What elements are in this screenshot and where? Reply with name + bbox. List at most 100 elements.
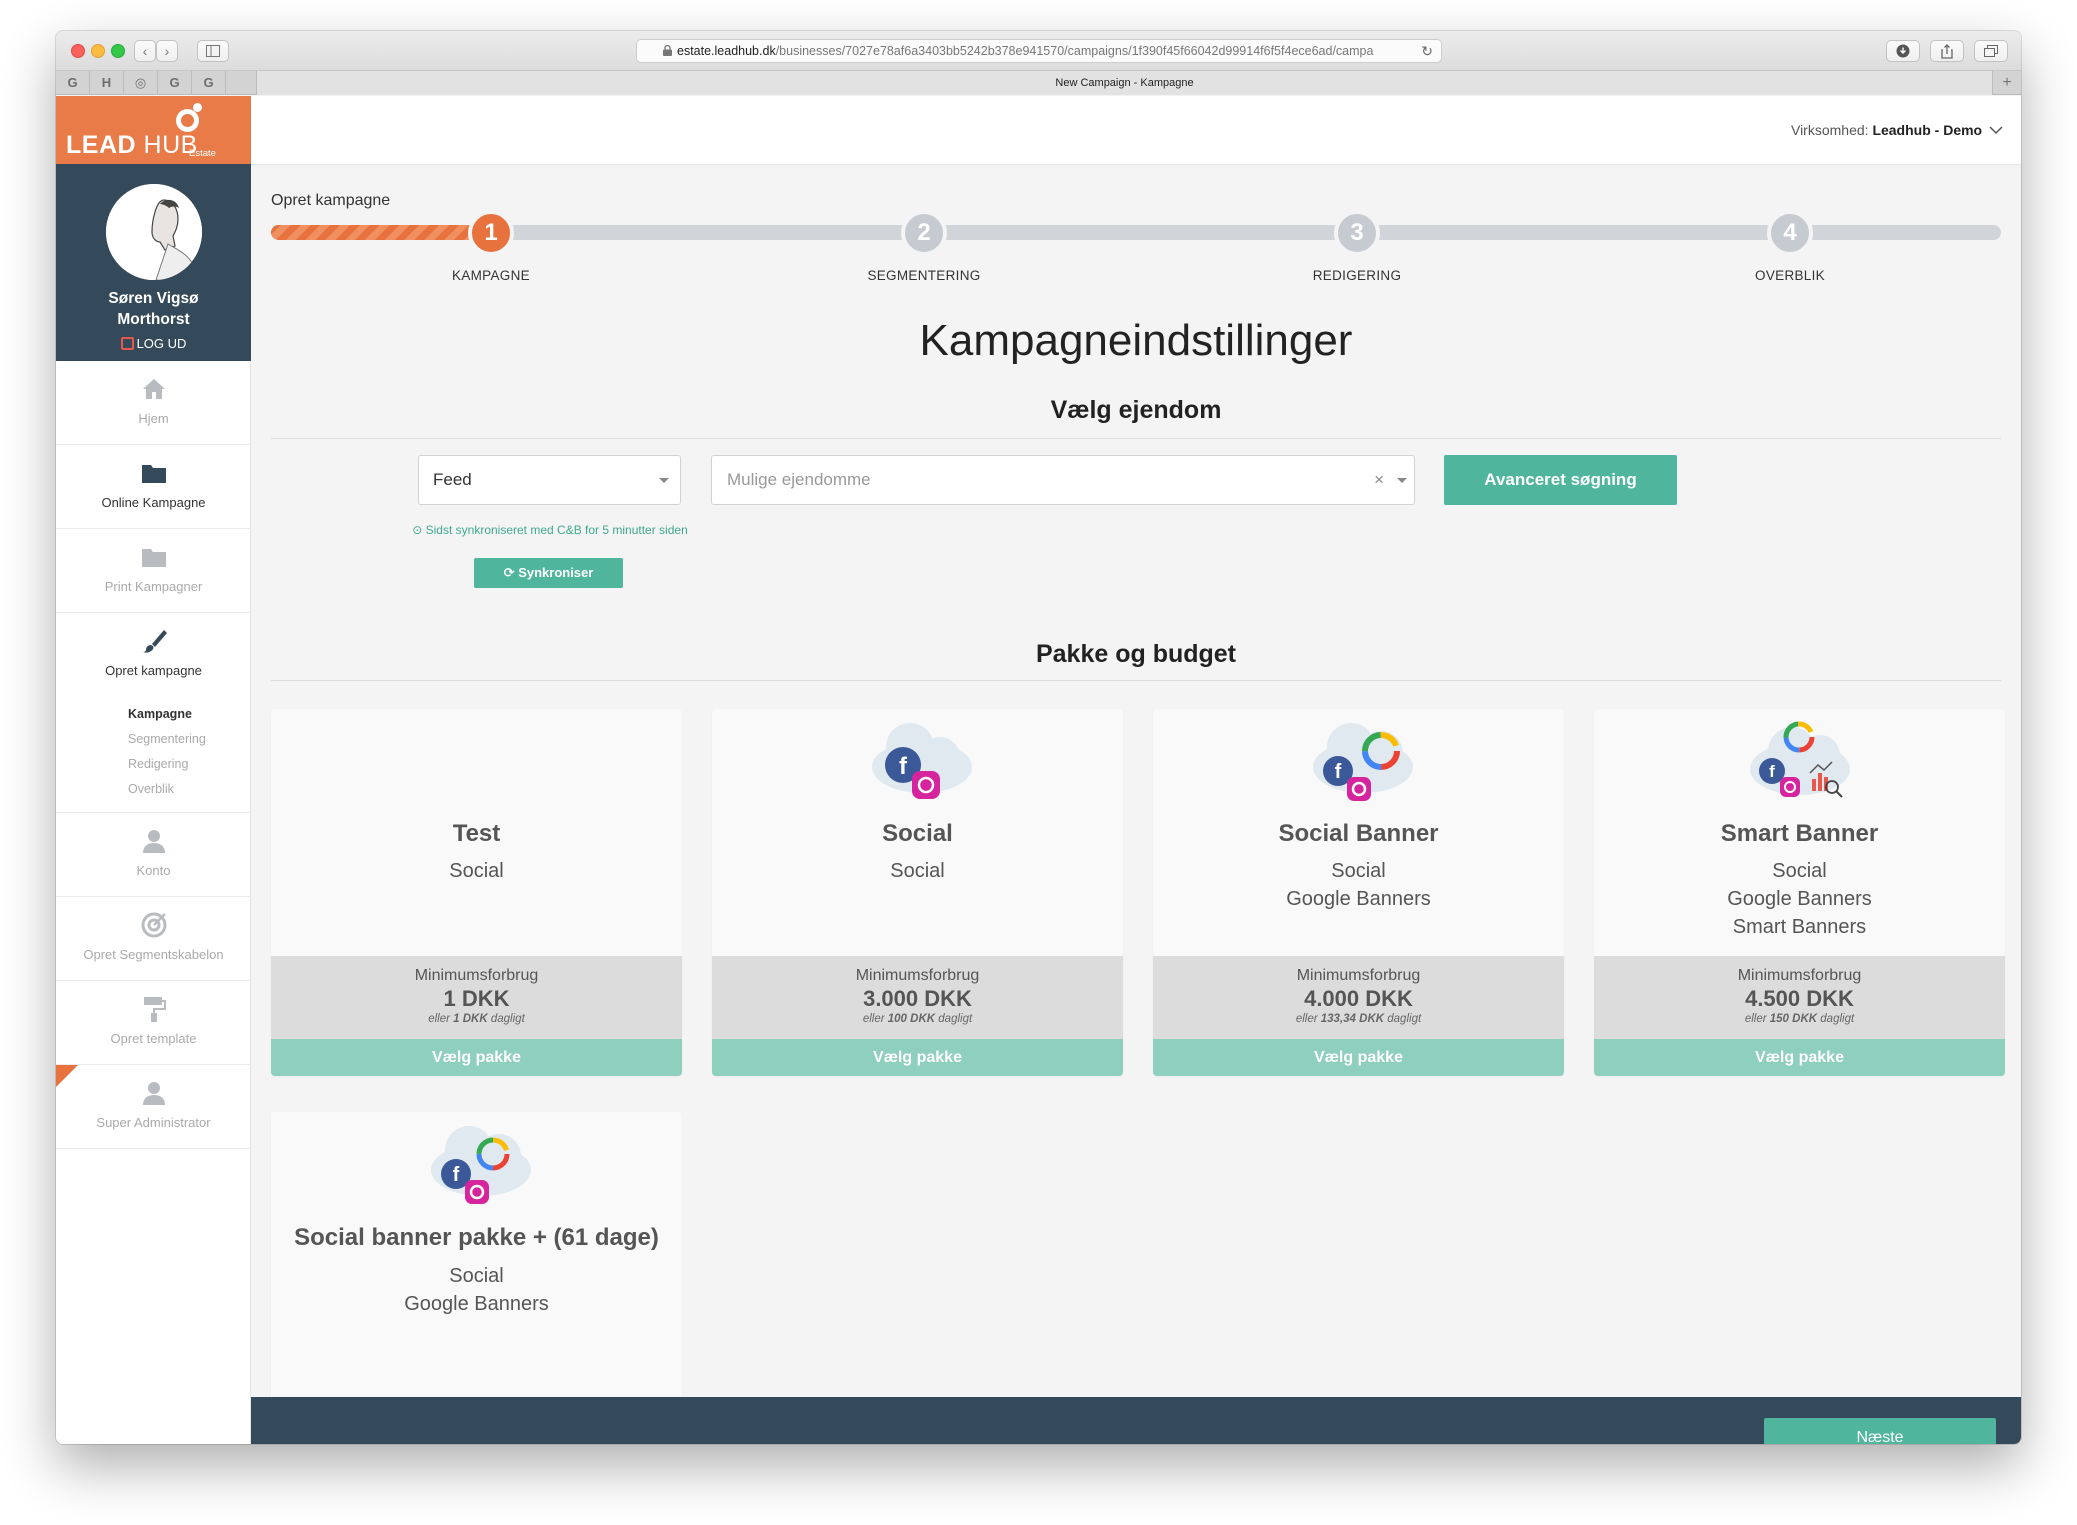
pinned-tab[interactable]: G — [56, 71, 90, 95]
step-1-circle[interactable]: 1 — [468, 210, 514, 256]
package-title: Social — [882, 820, 953, 847]
sidebar-item-home[interactable]: Hjem — [56, 361, 251, 445]
top-header: Virksomhed: Leadhub - Demo — [251, 96, 2021, 164]
package-channel: Smart Banners — [1732, 916, 1867, 938]
user-icon — [143, 830, 165, 853]
logout-link[interactable]: LOG UD — [56, 336, 251, 351]
sidebar-item-create-campaign[interactable]: Opret kampagne Kampagne Segmentering Red… — [56, 613, 251, 813]
caret-down-icon — [659, 478, 669, 483]
lock-icon — [663, 45, 672, 56]
social-google-cloud-icon: f — [1313, 723, 1413, 801]
leadhub-logo[interactable]: LEAD HUB Estate — [56, 96, 251, 164]
pinned-tab[interactable]: ◎ — [124, 71, 158, 95]
pinned-tab[interactable]: H — [90, 71, 124, 95]
paint-roller-icon — [144, 997, 166, 1022]
svg-text:f: f — [453, 1164, 460, 1186]
divider — [271, 680, 2001, 681]
subnav-kampagne[interactable]: Kampagne — [128, 707, 192, 721]
app: LEAD HUB Estate Søren Vigsø Morthorst LOG… — [56, 96, 2021, 1444]
sidebar-item-account[interactable]: Konto — [56, 813, 251, 897]
step-2-label: SEGMENTERING — [867, 268, 981, 283]
user-name-first: Søren Vigsø — [108, 290, 199, 307]
choose-package-button[interactable]: Vælg pakke — [712, 1039, 1123, 1076]
page-title: Kampagneindstillinger — [919, 316, 1353, 365]
package-channel: Social — [449, 1265, 504, 1287]
active-tab[interactable]: New Campaign - Kampagne — [256, 71, 1993, 95]
step-3-circle[interactable]: 3 — [1334, 210, 1380, 256]
url-host: estate.leadhub.dk — [677, 44, 776, 58]
sidebar-item-print-campaigns[interactable]: Print Kampagner — [56, 529, 251, 613]
choose-package-button[interactable]: Vælg pakke — [1153, 1039, 1564, 1076]
logout-icon — [120, 337, 134, 350]
pinned-tab[interactable]: G — [192, 71, 226, 95]
social-cloud-icon: f — [872, 723, 972, 799]
share-icon[interactable] — [1930, 40, 1964, 62]
advanced-search-button[interactable]: Avanceret søgning — [1444, 455, 1677, 505]
browser-toolbar: ‹ › estate.leadhub.dk/businesses/7027e78… — [56, 31, 2021, 71]
feed-select[interactable]: Feed — [418, 455, 681, 505]
svg-text:f: f — [1335, 761, 1342, 783]
close-window-button[interactable] — [71, 44, 85, 58]
sync-button[interactable]: ⟳ Synkroniser — [474, 558, 623, 588]
sync-icon: ⟳ — [503, 565, 515, 580]
address-bar[interactable]: estate.leadhub.dk/businesses/7027e78af6a… — [636, 39, 1442, 63]
folder-icon — [142, 549, 166, 567]
user-name-last: Morthorst — [117, 311, 190, 328]
corner-marker — [56, 1065, 78, 1087]
avatar — [106, 184, 202, 280]
property-search-input[interactable]: Mulige ejendomme × — [711, 455, 1415, 505]
package-channel: Social — [890, 860, 945, 882]
choose-package-button[interactable]: Vælg pakke — [1594, 1039, 2005, 1076]
package-card-social-banner: f Social Banner Social Google Banners Mi… — [1153, 709, 1564, 1076]
step-4-label: OVERBLIK — [1755, 268, 1825, 283]
property-section-title: Vælg ejendom — [1050, 396, 1222, 424]
package-price: Minimumsforbrug 4.000 DKK eller 133,34 D… — [1153, 956, 1564, 1039]
package-card-smart-banner: f Smart Banner Social Google Banners Sma… — [1594, 709, 2005, 1076]
step-1-label: KAMPAGNE — [452, 268, 530, 283]
sidebar-toggle-icon[interactable] — [197, 40, 229, 62]
sidebar-item-super-admin[interactable]: Super Administrator — [56, 1065, 251, 1149]
minimize-window-button[interactable] — [91, 44, 105, 58]
next-button[interactable]: Næste — [1764, 1418, 1996, 1444]
check-circle-icon: ⊙ — [412, 523, 423, 537]
package-price: Minimumsforbrug 3.000 DKK eller 100 DKK … — [712, 956, 1123, 1039]
step-4-circle[interactable]: 4 — [1767, 210, 1813, 256]
progress-track — [271, 225, 2001, 240]
package-channel: Social — [1331, 860, 1386, 882]
caret-down-icon — [1397, 478, 1407, 483]
package-title: Test — [452, 820, 501, 847]
choose-package-button[interactable]: Vælg pakke — [271, 1039, 682, 1076]
sidebar-item-segment-template[interactable]: Opret Segmentskabelon — [56, 897, 251, 981]
user-profile: Søren Vigsø Morthorst LOG UD — [56, 164, 251, 361]
svg-text:f: f — [1769, 762, 1775, 781]
forward-icon[interactable]: › — [156, 40, 178, 62]
reload-icon[interactable]: ↻ — [1421, 40, 1433, 62]
package-price: Minimumsforbrug 4.500 DKK eller 150 DKK … — [1594, 956, 2005, 1039]
pinned-tab[interactable]: G — [158, 71, 192, 95]
package-channel: Social — [449, 860, 504, 882]
target-icon — [141, 912, 167, 938]
package-price: Minimumsforbrug 1 DKK eller 1 DKK daglig… — [271, 956, 682, 1039]
social-google-cloud-icon: f — [431, 1126, 531, 1204]
subnav-segmentering[interactable]: Segmentering — [128, 732, 206, 746]
home-icon — [143, 379, 165, 399]
subnav-overblik[interactable]: Overblik — [128, 782, 174, 796]
sidebar-item-create-template[interactable]: Opret template — [56, 981, 251, 1065]
subnav-redigering[interactable]: Redigering — [128, 757, 188, 771]
new-tab-plus-icon[interactable]: + — [1993, 71, 2021, 95]
sidebar-item-online-campaign[interactable]: Online Kampagne — [56, 445, 251, 529]
step-3-label: REDIGERING — [1312, 268, 1402, 283]
divider — [271, 438, 2001, 439]
package-channel: Google Banners — [404, 1293, 549, 1315]
footer-bar: Næste — [251, 1397, 2021, 1444]
downloads-icon[interactable] — [1886, 40, 1920, 62]
package-title: Smart Banner — [1720, 820, 1879, 847]
url-path: /businesses/7027e78af6a3403bb5242b378e94… — [775, 44, 1374, 58]
step-2-circle[interactable]: 2 — [901, 210, 947, 256]
zoom-window-button[interactable] — [111, 44, 125, 58]
tabs-overview-icon[interactable] — [1974, 40, 2008, 62]
back-icon[interactable]: ‹ — [134, 40, 156, 62]
clear-icon[interactable]: × — [1374, 456, 1384, 504]
browser-window: ‹ › estate.leadhub.dk/businesses/7027e78… — [56, 31, 2021, 1444]
company-selector[interactable]: Virksomhed: Leadhub - Demo — [1791, 122, 2003, 138]
